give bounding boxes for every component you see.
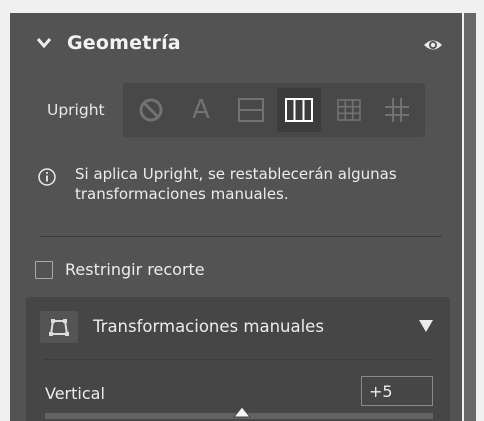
transform-icon-button[interactable] xyxy=(40,311,78,343)
geometry-header[interactable]: Geometría xyxy=(10,13,462,75)
upright-full-button[interactable] xyxy=(327,88,371,132)
manual-transforms-divider xyxy=(44,359,432,360)
transform-icon xyxy=(49,319,69,336)
info-icon xyxy=(38,168,56,186)
grid-icon xyxy=(337,99,361,121)
upright-label: Upright xyxy=(47,101,105,119)
section-title: Geometría xyxy=(67,32,181,54)
upright-mode-group: A xyxy=(123,83,425,137)
vertical-value-input[interactable] xyxy=(361,376,433,406)
chevron-down-icon[interactable] xyxy=(36,37,52,49)
triangle-down-icon[interactable] xyxy=(419,320,433,332)
upright-vertical-button[interactable] xyxy=(277,88,321,132)
panel-scrollbar[interactable] xyxy=(464,13,476,421)
vertical-columns-icon xyxy=(285,98,313,122)
constrain-crop-label[interactable]: Restringir recorte xyxy=(65,260,205,279)
upright-info-text: Si aplica Upright, se restablecerán algu… xyxy=(75,165,397,203)
manual-transforms-title[interactable]: Transformaciones manuales xyxy=(93,317,324,336)
slider-thumb-handle[interactable] xyxy=(233,406,251,418)
no-symbol-icon xyxy=(139,98,163,122)
upright-auto-button[interactable]: A xyxy=(179,88,223,132)
upright-guided-button[interactable] xyxy=(375,88,419,132)
vertical-slider-label: Vertical xyxy=(45,384,105,403)
geometry-panel: Geometría Upright A Si aplica Upright, s… xyxy=(10,13,462,421)
constrain-crop-checkbox[interactable] xyxy=(35,261,53,279)
section-divider xyxy=(40,236,442,237)
level-icon xyxy=(238,98,264,122)
upright-level-button[interactable] xyxy=(229,88,273,132)
manual-transforms-panel: Transformaciones manuales Vertical xyxy=(26,297,450,421)
upright-off-button[interactable] xyxy=(129,88,173,132)
letter-a-icon: A xyxy=(192,95,210,125)
eye-icon[interactable] xyxy=(423,37,443,53)
guided-crosshair-icon xyxy=(385,98,409,122)
